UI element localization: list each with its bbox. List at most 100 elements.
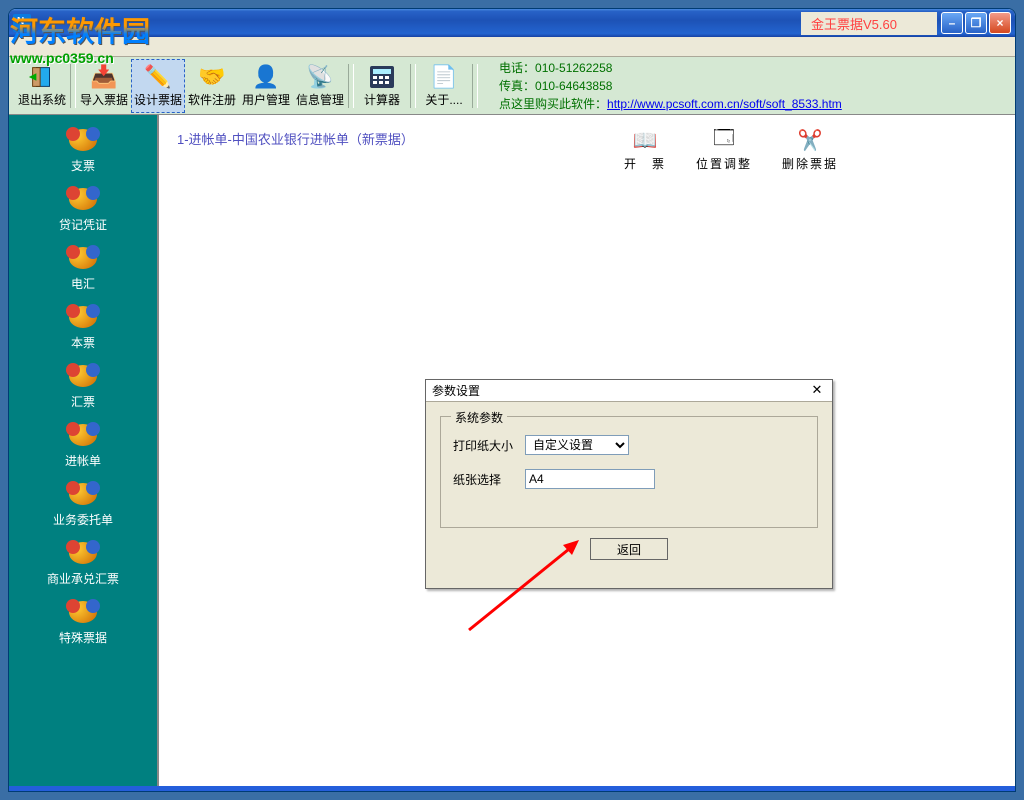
phone-label: 电话： <box>499 61 535 75</box>
tb-exit-label: 退出系统 <box>18 91 66 108</box>
tb-exit[interactable]: 退出系统 <box>15 59 69 113</box>
tb-calc-label: 计算器 <box>364 91 400 108</box>
tb-about[interactable]: 📄 关于.... <box>417 59 471 113</box>
sidebar-label: 电汇 <box>71 275 95 292</box>
tb-import-label: 导入票据 <box>80 91 128 108</box>
dialog-title: 参数设置 <box>432 382 808 399</box>
fax-value: 010-64643858 <box>535 79 612 93</box>
settings-dialog: 参数设置 ✕ 系统参数 打印纸大小 自定义设置 纸张选择 <box>425 379 833 589</box>
sidebar-label: 支票 <box>71 157 95 174</box>
toolbar-sep <box>472 64 478 108</box>
adjust-icon: 🗔 <box>707 127 741 153</box>
maximize-button[interactable]: ❐ <box>965 12 987 34</box>
doc-icon <box>67 599 99 627</box>
about-icon: 📄 <box>428 63 460 91</box>
sidebar-item-entrust[interactable]: 业务委托单 <box>9 477 157 532</box>
sidebar-item-credit[interactable]: 贷记凭证 <box>9 182 157 237</box>
dialog-titlebar[interactable]: 参数设置 ✕ <box>426 380 832 402</box>
doc-icon <box>67 245 99 273</box>
action-adjust-label: 位置调整 <box>696 155 752 172</box>
doc-icon <box>67 540 99 568</box>
fieldset-legend: 系统参数 <box>451 409 507 426</box>
doc-icon <box>67 422 99 450</box>
doc-icon <box>67 481 99 509</box>
taskbar-stub <box>9 786 1015 791</box>
content-actions: 📖 开 票 🗔 位置调整 ✂️ 删除票据 <box>624 127 838 172</box>
toolbar-info: 电话：010-51262258 传真：010-64643858 点这里购买此软件… <box>499 59 842 113</box>
action-open[interactable]: 📖 开 票 <box>624 127 666 172</box>
sidebar-label: 贷记凭证 <box>59 216 107 233</box>
phone-value: 010-51262258 <box>535 61 612 75</box>
content: 1-进帐单-中国农业银行进帐单（新票据） 📖 开 票 🗔 位置调整 ✂️ 删除票… <box>159 115 1015 786</box>
menubar <box>9 37 1015 57</box>
action-adjust[interactable]: 🗔 位置调整 <box>696 127 752 172</box>
buy-label: 点这里购买此软件： <box>499 97 607 111</box>
action-delete-label: 删除票据 <box>782 155 838 172</box>
doc-icon <box>67 304 99 332</box>
sidebar-item-cheque[interactable]: 支票 <box>9 123 157 178</box>
user-icon: 👤 <box>250 63 282 91</box>
tb-design[interactable]: ✏️ 设计票据 <box>131 59 185 113</box>
paper-size-select[interactable]: 自定义设置 <box>525 435 629 455</box>
sidebar-item-commercial[interactable]: 商业承兑汇票 <box>9 536 157 591</box>
paper-select-row: 纸张选择 <box>453 469 805 489</box>
sidebar: 支票 贷记凭证 电汇 本票 汇票 进帐单 业务委托单 商业承兑汇票 特殊票据 <box>9 115 159 786</box>
sidebar-item-cashier[interactable]: 本票 <box>9 300 157 355</box>
page-heading: 1-进帐单-中国农业银行进帐单（新票据） <box>177 129 997 148</box>
sidebar-item-special[interactable]: 特殊票据 <box>9 595 157 650</box>
window-buttons: – ❐ × <box>941 12 1011 34</box>
dialog-close-button[interactable]: ✕ <box>808 383 826 399</box>
close-button[interactable]: × <box>989 12 1011 34</box>
paper-select-label: 纸张选择 <box>453 471 525 488</box>
toolbar: 退出系统 📥 导入票据 ✏️ 设计票据 🤝 软件注册 👤 用户管理 📡 信息管理 <box>9 57 1015 115</box>
tb-design-label: 设计票据 <box>134 91 182 108</box>
tb-register-label: 软件注册 <box>188 91 236 108</box>
exit-icon <box>26 63 58 91</box>
sidebar-label: 进帐单 <box>65 452 101 469</box>
open-icon: 📖 <box>628 127 662 153</box>
design-icon: ✏️ <box>142 63 174 91</box>
tb-import[interactable]: 📥 导入票据 <box>77 59 131 113</box>
toolbar-sep <box>70 64 76 108</box>
delete-icon: ✂️ <box>793 127 827 153</box>
tb-info[interactable]: 📡 信息管理 <box>293 59 347 113</box>
toolbar-sep <box>348 64 354 108</box>
calc-icon <box>366 63 398 91</box>
paper-select-input[interactable] <box>525 469 655 489</box>
register-icon: 🤝 <box>196 63 228 91</box>
action-open-label: 开 票 <box>624 155 666 172</box>
buy-link[interactable]: http://www.pcsoft.com.cn/soft/soft_8533.… <box>607 97 842 111</box>
doc-icon <box>67 127 99 155</box>
sidebar-label: 本票 <box>71 334 95 351</box>
doc-icon <box>67 186 99 214</box>
minimize-button[interactable]: – <box>941 12 963 34</box>
sidebar-label: 商业承兑汇票 <box>47 570 119 587</box>
paper-size-label: 打印纸大小 <box>453 437 525 454</box>
sidebar-label: 汇票 <box>71 393 95 410</box>
app-icon <box>13 14 31 32</box>
paper-size-row: 打印纸大小 自定义设置 <box>453 435 805 455</box>
tb-calc[interactable]: 计算器 <box>355 59 409 113</box>
tb-info-label: 信息管理 <box>296 91 344 108</box>
fax-label: 传真： <box>499 79 535 93</box>
doc-icon <box>67 363 99 391</box>
action-delete[interactable]: ✂️ 删除票据 <box>782 127 838 172</box>
brand-label: 金王票据V5.60 <box>801 12 937 35</box>
sidebar-label: 业务委托单 <box>53 511 113 528</box>
dialog-body: 系统参数 打印纸大小 自定义设置 纸张选择 返回 <box>426 402 832 588</box>
toolbar-sep <box>410 64 416 108</box>
sidebar-item-wire[interactable]: 电汇 <box>9 241 157 296</box>
return-button[interactable]: 返回 <box>590 538 668 560</box>
dialog-footer: 返回 <box>440 528 818 574</box>
tb-user-label: 用户管理 <box>242 91 290 108</box>
sidebar-item-payin[interactable]: 进帐单 <box>9 418 157 473</box>
sidebar-label: 特殊票据 <box>59 629 107 646</box>
tb-user[interactable]: 👤 用户管理 <box>239 59 293 113</box>
info-icon: 📡 <box>304 63 336 91</box>
titlebar: 金王票据V5.60 – ❐ × <box>9 9 1015 37</box>
import-icon: 📥 <box>88 63 120 91</box>
tb-register[interactable]: 🤝 软件注册 <box>185 59 239 113</box>
tb-about-label: 关于.... <box>425 91 462 108</box>
sidebar-item-draft[interactable]: 汇票 <box>9 359 157 414</box>
body: 支票 贷记凭证 电汇 本票 汇票 进帐单 业务委托单 商业承兑汇票 特殊票据 1… <box>9 115 1015 786</box>
